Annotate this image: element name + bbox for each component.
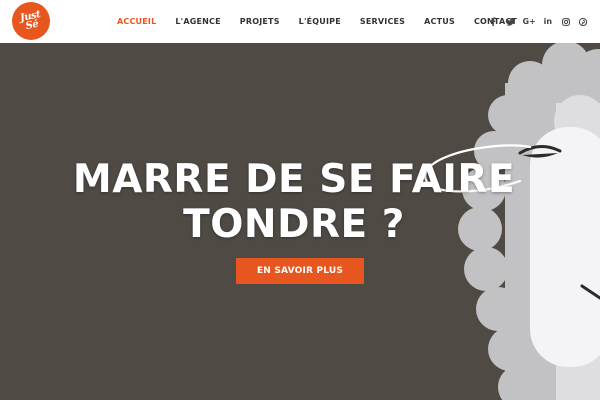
hero-title-line-2: TONDRE ? <box>183 202 405 247</box>
hero-section: MARRE DE SE FAIRE TONDRE ? EN SAVOIR PLU… <box>0 43 600 400</box>
linkedin-icon[interactable]: in <box>543 17 552 26</box>
nav-item-actus[interactable]: ACTUS <box>424 17 455 26</box>
nav-item-agence[interactable]: L'AGENCE <box>175 17 220 26</box>
hero-title: MARRE DE SE FAIRE TONDRE ? <box>0 157 588 247</box>
logo[interactable]: Just Sé <box>12 2 50 40</box>
nav-item-accueil[interactable]: ACCUEIL <box>117 17 156 26</box>
nav-item-equipe[interactable]: L'ÉQUIPE <box>299 17 341 26</box>
instagram-icon[interactable] <box>561 17 570 26</box>
pinterest-icon[interactable] <box>579 17 588 26</box>
main-nav: ACCUEIL L'AGENCE PROJETS L'ÉQUIPE SERVIC… <box>117 0 517 43</box>
site-header: Just Sé ACCUEIL L'AGENCE PROJETS L'ÉQUIPE… <box>0 0 600 43</box>
facebook-icon[interactable] <box>488 17 497 26</box>
nav-item-services[interactable]: SERVICES <box>360 17 405 26</box>
twitter-icon[interactable] <box>505 17 515 26</box>
logo-text: Just Sé <box>19 9 42 33</box>
nav-item-projets[interactable]: PROJETS <box>240 17 280 26</box>
page: Just Sé ACCUEIL L'AGENCE PROJETS L'ÉQUIPE… <box>0 0 600 400</box>
google-plus-icon[interactable]: G+ <box>522 17 535 26</box>
social-links: G+ in <box>488 0 597 43</box>
learn-more-button[interactable]: EN SAVOIR PLUS <box>236 258 364 284</box>
hero-title-line-1: MARRE DE SE FAIRE <box>72 157 516 202</box>
